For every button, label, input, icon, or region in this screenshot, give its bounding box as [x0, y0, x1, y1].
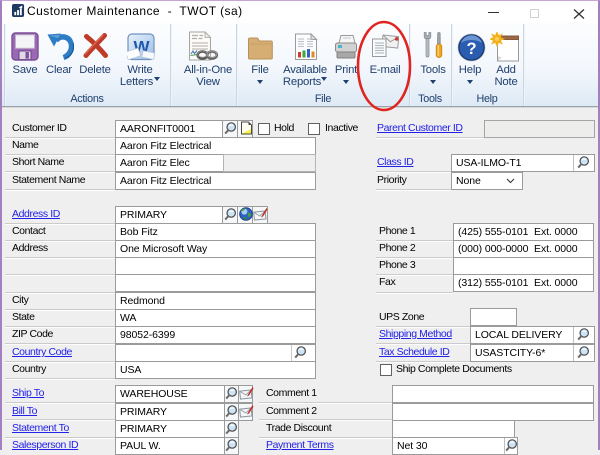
- svg-text:?: ?: [466, 40, 476, 58]
